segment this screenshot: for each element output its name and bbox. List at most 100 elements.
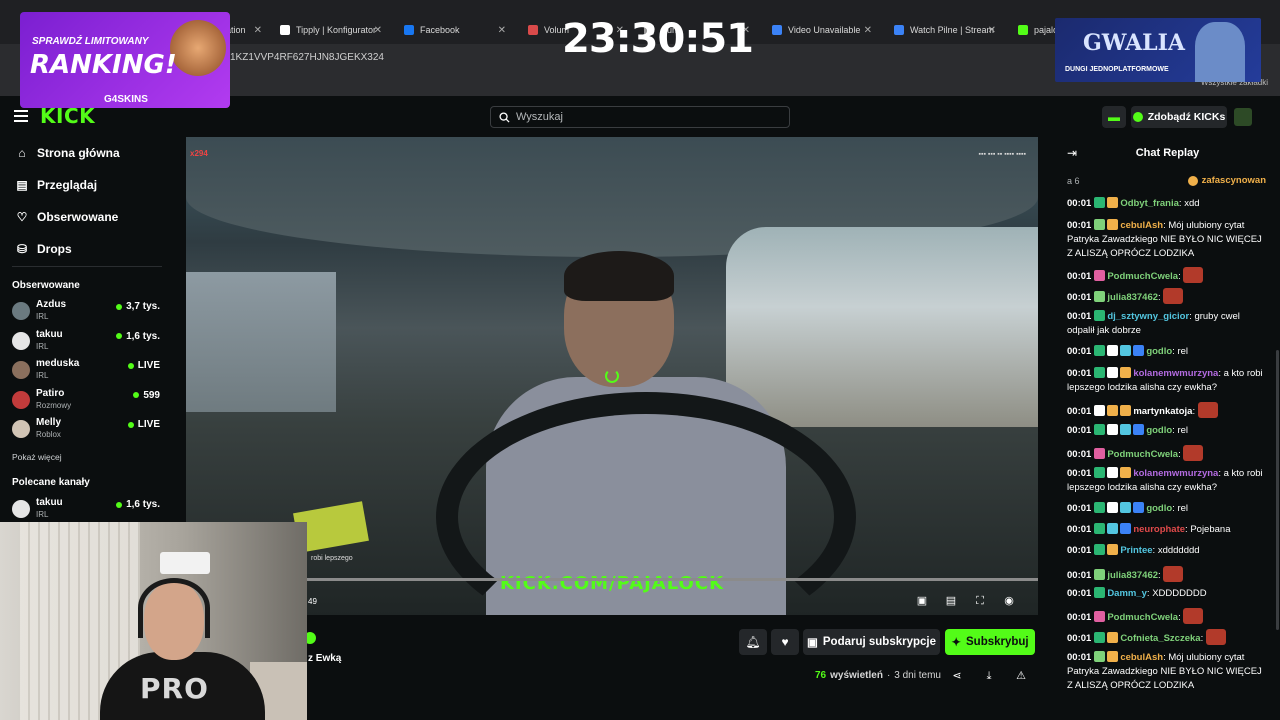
user-avatar[interactable] [1234, 108, 1252, 126]
chat-timestamp: 00:01 [1067, 503, 1092, 514]
video-time: 49 [308, 597, 317, 606]
chat-username[interactable]: Damm_y [1107, 588, 1147, 599]
channel-item[interactable]: Melly Roblox LIVE [12, 417, 160, 443]
chat-username[interactable]: Odbyt_frania [1120, 198, 1179, 209]
followed-section-title: Obserwowane [12, 280, 80, 291]
gwalia-ad-banner[interactable]: GWALIA DUNGI JEDNOPLATFORMOWE [1055, 18, 1261, 82]
tab-close-icon[interactable]: ✕ [864, 25, 872, 36]
chat-username[interactable]: godlo [1146, 346, 1172, 357]
tab-close-icon[interactable]: ✕ [988, 25, 996, 36]
sidebar-item-heart[interactable]: ♡ Obserwowane [14, 207, 119, 227]
browser-tab[interactable]: Video Unavailable ✕ [762, 16, 878, 44]
video-player[interactable]: x294 ▪▪▪ ▪▪▪ ▪▪ ▪▪▪▪ ▪▪▪▪ robi lepszego … [186, 137, 1038, 615]
chat-scrollbar[interactable] [1276, 350, 1279, 630]
tab-close-icon[interactable]: ✕ [498, 25, 506, 36]
search-input[interactable]: Wyszukaj [490, 106, 790, 128]
chat-username[interactable]: julia837462 [1107, 292, 1158, 303]
theater-mode-icon[interactable]: ▤ [944, 594, 958, 608]
channel-item[interactable]: meduska IRL LIVE [12, 358, 160, 384]
tab-close-icon[interactable]: ✕ [374, 25, 382, 36]
avatar [12, 361, 30, 379]
tab-favicon-icon [1018, 25, 1028, 35]
channel-item[interactable]: Azdus IRL 3,7 tys. [12, 299, 160, 325]
badge-icon [1094, 587, 1106, 598]
pip-icon[interactable]: ▣ [915, 594, 929, 608]
sidebar-item-label: Przeglądaj [37, 178, 98, 192]
badge-icon [1120, 367, 1132, 378]
badge-icon [1107, 502, 1119, 513]
badge-icon [1107, 467, 1119, 478]
tab-close-icon[interactable]: ✕ [254, 25, 262, 36]
fullscreen-icon[interactable]: ⛶ [973, 594, 987, 608]
emote-icon [1163, 288, 1184, 304]
badge-icon [1120, 523, 1132, 534]
sidebar-item-drops[interactable]: ⛁ Drops [14, 239, 72, 259]
get-kicks-button[interactable]: Zdobądź KICKs [1131, 106, 1227, 128]
chat-timestamp: 00:01 [1067, 311, 1092, 322]
air-conditioner [160, 552, 210, 574]
emote-icon [1205, 629, 1226, 645]
browser-tab[interactable]: Facebook ✕ [394, 16, 512, 44]
subscribe-button[interactable]: ✦ Subskrybuj [945, 629, 1035, 655]
chat-username[interactable]: martynkatoja [1133, 406, 1192, 417]
badge-icon [1107, 544, 1119, 555]
chat-username[interactable]: Printee [1120, 545, 1152, 556]
chat-text: xddddddd [1157, 545, 1200, 556]
gift-subscription-button[interactable]: ▣ Podaruj subskrypcje [803, 629, 940, 655]
chat-username[interactable]: PodmuchCwela [1107, 449, 1178, 460]
video-progress-bar[interactable] [306, 578, 1038, 581]
channel-name: takuu [36, 328, 63, 340]
follow-heart-icon[interactable]: ♥ [771, 629, 799, 655]
chat-timestamp: 00:01 [1067, 406, 1092, 417]
chat-username[interactable]: Cofnieta_Szczeka [1120, 633, 1200, 644]
pinned-user[interactable]: zafascynowan [1187, 175, 1266, 186]
clock-overlay: 23:30:51 [562, 16, 754, 62]
chat-username[interactable]: julia837462 [1107, 570, 1158, 581]
channel-item[interactable]: takuu IRL 1,6 tys. [12, 329, 160, 355]
emote-icon [1163, 566, 1184, 582]
share-icon[interactable]: ⋖ [950, 669, 964, 683]
video-caption: robi lepszego [311, 555, 353, 562]
sidebar-item-home[interactable]: ⌂ Strona główna [14, 143, 119, 163]
browser-tab[interactable]: Watch Pilne | Stream ✕ [884, 16, 1002, 44]
gifter-icon [1187, 175, 1198, 186]
stream-title-fragment: z Ewką [308, 653, 342, 664]
chat-username[interactable]: cebulAsh [1120, 652, 1163, 663]
show-more-link[interactable]: Pokaż więcej [12, 452, 62, 462]
sidebar-item-browse[interactable]: ▤ Przeglądaj [14, 175, 97, 195]
tab-label: Watch Pilne | Stream [910, 25, 995, 35]
browser-tab[interactable]: pajalo [1008, 16, 1058, 44]
chat-username[interactable]: kolanemwmurzyna [1133, 468, 1218, 479]
g4skins-ad-banner[interactable]: SPRAWDŹ LIMITOWANY RANKING! G4SKINS [20, 12, 230, 108]
report-icon[interactable]: ⚠ [1014, 669, 1028, 683]
gift-icon[interactable]: ▬ [1102, 106, 1126, 128]
chat-text: XDDDDDDD [1152, 588, 1207, 599]
chat-username[interactable]: cebulAsh [1120, 220, 1163, 231]
channel-item[interactable]: takuu IRL 1,6 tys. [12, 497, 160, 523]
settings-icon[interactable]: ◉ [1002, 594, 1016, 608]
notification-bell-icon[interactable]: 🔔︎ [739, 629, 767, 655]
download-icon[interactable]: ⤓ [982, 669, 996, 683]
chat-message: 00:01 godlo: rel [1067, 424, 1267, 438]
badge-icon [1094, 523, 1106, 534]
channel-item[interactable]: Patiro Rozmowy 599 [12, 388, 160, 414]
badge-icon [1120, 345, 1132, 356]
browser-tab[interactable]: Tipply | Konfigurator ✕ [270, 16, 388, 44]
chat-timestamp: 00:01 [1067, 449, 1092, 460]
chat-username[interactable]: dj_sztywny_gicior [1107, 311, 1189, 322]
hamburger-menu-icon[interactable] [14, 110, 28, 122]
live-dot-icon [127, 421, 134, 428]
emote-icon [1183, 267, 1204, 283]
badge-icon [1094, 467, 1106, 478]
chat-username[interactable]: godlo [1146, 503, 1172, 514]
url-text[interactable]: 1KZ1VVP4RF627HJN8JGEKX324 [230, 52, 384, 63]
chat-username[interactable]: godlo [1146, 425, 1172, 436]
chat-message: 00:01 godlo: rel [1067, 502, 1267, 516]
badge-icon [1107, 424, 1119, 435]
badge-icon [1094, 367, 1106, 378]
chat-username[interactable]: PodmuchCwela [1107, 271, 1178, 282]
chat-username[interactable]: PodmuchCwela [1107, 612, 1178, 623]
views-label: wyświetleń [830, 670, 883, 681]
chat-username[interactable]: kolanemwmurzyna [1133, 368, 1218, 379]
chat-username[interactable]: neurophate [1133, 524, 1185, 535]
